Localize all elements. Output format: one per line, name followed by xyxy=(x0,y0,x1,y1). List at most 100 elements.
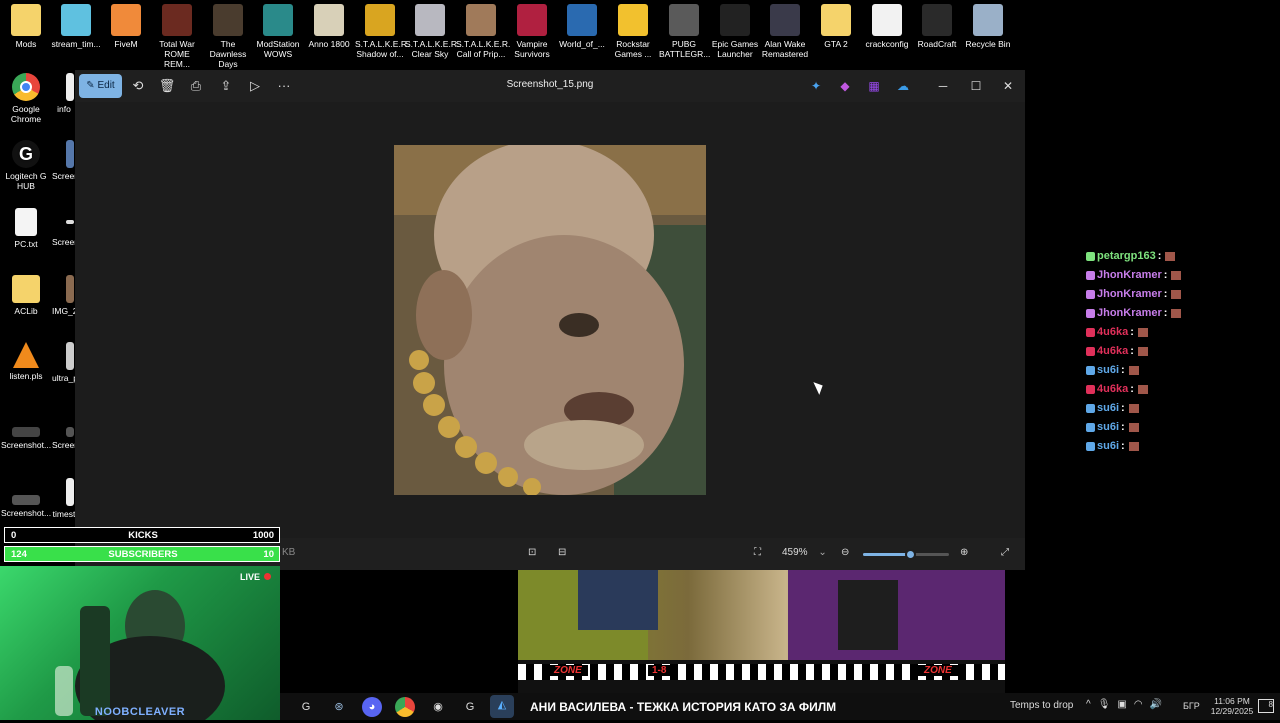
desktop-icon-img[interactable]: IMG_2 xyxy=(52,275,76,316)
taskbar-steam[interactable]: ⊛ xyxy=(329,697,349,717)
desktop-icon-screenshot-1[interactable]: Screenshot... xyxy=(1,427,51,450)
taskbar-photos[interactable]: ◭ xyxy=(490,695,514,718)
visual-search-button[interactable]: ⊟ xyxy=(558,547,566,558)
maximize-button[interactable]: ☐ xyxy=(966,77,986,95)
desktop-icon-stream-tim[interactable]: stream_tim... xyxy=(51,4,101,49)
desktop-icon-screenshot-2[interactable]: Screenshot... xyxy=(1,495,51,518)
desktop-icon-chrome[interactable]: Google Chrome xyxy=(1,73,51,124)
desktop-icon-gta-2[interactable]: GTA 2 xyxy=(811,4,861,49)
app-icon xyxy=(567,4,597,36)
desktop-icon-label: stream_tim... xyxy=(51,39,101,49)
zoom-slider-fill xyxy=(863,553,911,556)
app-icon xyxy=(517,4,547,36)
desktop-icon-fivem[interactable]: FiveM xyxy=(101,4,151,49)
desktop-icon-total-war-rome-rem[interactable]: Total War ROME REM... xyxy=(152,4,202,69)
desktop-icon-label: Screenshot... xyxy=(1,440,52,450)
desktop-icon-label: S.T.A.L.K.E.R. Clear Sky xyxy=(405,39,460,59)
desktop-icon-s-t-a-l-k-e-r-shadow-of[interactable]: S.T.A.L.K.E.R. Shadow of... xyxy=(355,4,409,59)
face-detect-button[interactable]: ⊡ xyxy=(528,547,536,558)
chrome-icon xyxy=(12,73,40,101)
kicks-goal-bar: 0 KICKS 1000 xyxy=(4,527,280,543)
image-canvas[interactable] xyxy=(75,102,1025,538)
visual-search-icon: ⊟ xyxy=(558,547,567,558)
zoom-out-button[interactable]: ⊖ xyxy=(841,547,849,558)
desktop-icon-s-t-a-l-k-e-r-call-of-prip[interactable]: S.T.A.L.K.E.R. Call of Prip... xyxy=(456,4,510,59)
desktop-icon-label: Screenshot... xyxy=(1,508,52,518)
system-tray[interactable]: ^🎙▣◠🔊 xyxy=(1086,699,1169,710)
desktop-icon-label: IMG_2 xyxy=(52,306,76,316)
notifications-button[interactable]: 8 xyxy=(1258,699,1274,713)
chat-username[interactable]: JhonKramer xyxy=(1097,288,1162,300)
desktop-icon-crackconfig[interactable]: crackconfig xyxy=(862,4,912,49)
age-rating: 1-8 xyxy=(648,665,671,676)
video-editor-button[interactable]: ▦ xyxy=(864,77,884,95)
chat-username[interactable]: su6i xyxy=(1097,421,1119,433)
minimize-button[interactable]: ─ xyxy=(933,77,953,95)
desktop-icon-epic-games-launcher[interactable]: Epic Games Launcher xyxy=(710,4,760,59)
chat-username[interactable]: su6i xyxy=(1097,364,1119,376)
desktop-icon-roadcraft[interactable]: RoadCraft xyxy=(912,4,962,49)
app-icon xyxy=(111,4,141,36)
desktop-icon-the-dawnless-days-officia[interactable]: The Dawnless Days Officia... xyxy=(203,4,253,79)
desktop-icon-label: Anno 1800 xyxy=(308,39,350,49)
desktop-icon-anno-1800[interactable]: Anno 1800 xyxy=(304,4,354,49)
fit-to-window-button[interactable]: ⛶ xyxy=(754,547,761,558)
desktop-icon-alan-wake-remastered[interactable]: Alan Wake Remastered xyxy=(760,4,810,59)
clipchamp-button[interactable]: ◆ xyxy=(835,77,855,95)
desktop-icon-rockstar-games[interactable]: Rockstar Games ... xyxy=(608,4,658,59)
desktop-icon-mods[interactable]: Mods xyxy=(1,4,51,49)
desktop-icon-s-t-a-l-k-e-r-clear-sky[interactable]: S.T.A.L.K.E.R. Clear Sky xyxy=(405,4,459,59)
taskbar-chrome[interactable] xyxy=(395,697,415,717)
taskbar-discord[interactable]: ◕ xyxy=(362,697,382,717)
chat-emote-icon xyxy=(1137,346,1148,356)
desktop-icon-screen-3[interactable]: Screen xyxy=(52,427,76,450)
zoom-slider[interactable] xyxy=(863,549,949,560)
desktop-icon-logitech[interactable]: G Logitech G HUB xyxy=(1,140,51,191)
chat-username[interactable]: petargp163 xyxy=(1097,250,1156,262)
zoom-in-button[interactable]: ⊕ xyxy=(960,547,968,558)
chat-emote-icon xyxy=(1171,308,1182,318)
taskbar-ghub[interactable]: G xyxy=(460,697,480,717)
chat-username[interactable]: su6i xyxy=(1097,402,1119,414)
desktop-icon-label: ultra_p xyxy=(52,373,76,383)
zoom-level-dropdown[interactable]: 459% ⌄ xyxy=(782,547,827,558)
desktop-icon-vampire-survivors[interactable]: Vampire Survivors xyxy=(507,4,557,59)
desktop-icon-recycle-bin[interactable]: Recycle Bin xyxy=(963,4,1013,49)
streamer-silhouette xyxy=(55,590,225,720)
taskbar-obs[interactable]: ◉ xyxy=(428,697,448,717)
chat-username[interactable]: 4u6ka xyxy=(1097,345,1128,357)
desktop-icon-listen[interactable]: listen.pls xyxy=(1,342,51,381)
desktop-icon-pubg-battlegr[interactable]: PUBG BATTLEGR... xyxy=(659,4,710,59)
zoom-slider-thumb[interactable] xyxy=(905,549,917,560)
film-icon: ▦ xyxy=(868,79,880,93)
desktop-icon-pc-txt[interactable]: PC.txt xyxy=(1,208,51,249)
desktop-icon-screen-1[interactable]: Screen xyxy=(52,140,76,181)
chat-username[interactable]: JhonKramer xyxy=(1097,307,1162,319)
chat-separator: : xyxy=(1130,383,1134,395)
chat-emote-icon xyxy=(1128,403,1139,413)
fullscreen-button[interactable]: ⤢ xyxy=(1001,547,1009,558)
logitech-g-icon: G xyxy=(301,701,311,713)
onedrive-button[interactable]: ☁ xyxy=(893,77,913,95)
chat-username[interactable]: su6i xyxy=(1097,440,1119,452)
desktop-icon-screen-2[interactable]: Screen xyxy=(52,208,76,247)
chat-badge-icon xyxy=(1086,251,1095,261)
desktop-icon-world-of[interactable]: World_of_... xyxy=(557,4,607,49)
clock[interactable]: 11:06 PM 12/29/2025 xyxy=(1210,696,1254,716)
input-language[interactable]: БГР xyxy=(1183,701,1200,711)
chat-separator: : xyxy=(1130,345,1134,357)
desktop-icon-ultra[interactable]: ultra_p xyxy=(52,342,76,383)
chat-emote-icon xyxy=(1171,289,1182,299)
designer-button[interactable]: ✦ xyxy=(806,77,826,95)
desktop-icon-timest[interactable]: timest xyxy=(52,478,76,519)
chat-username[interactable]: 4u6ka xyxy=(1097,326,1128,338)
close-button[interactable]: ✕ xyxy=(998,77,1018,95)
file-icon xyxy=(66,478,74,506)
chat-username[interactable]: 4u6ka xyxy=(1097,383,1128,395)
chat-username[interactable]: JhonKramer xyxy=(1097,269,1162,281)
taskbar-logitech[interactable]: G xyxy=(296,697,316,717)
desktop-icon-aclib[interactable]: ACLib xyxy=(1,275,51,316)
desktop-icon-label: FiveM xyxy=(114,39,138,49)
desktop-icon-modstation-wows[interactable]: ModStation WOWS xyxy=(253,4,303,59)
desktop-icon-info[interactable]: info xyxy=(52,73,76,114)
